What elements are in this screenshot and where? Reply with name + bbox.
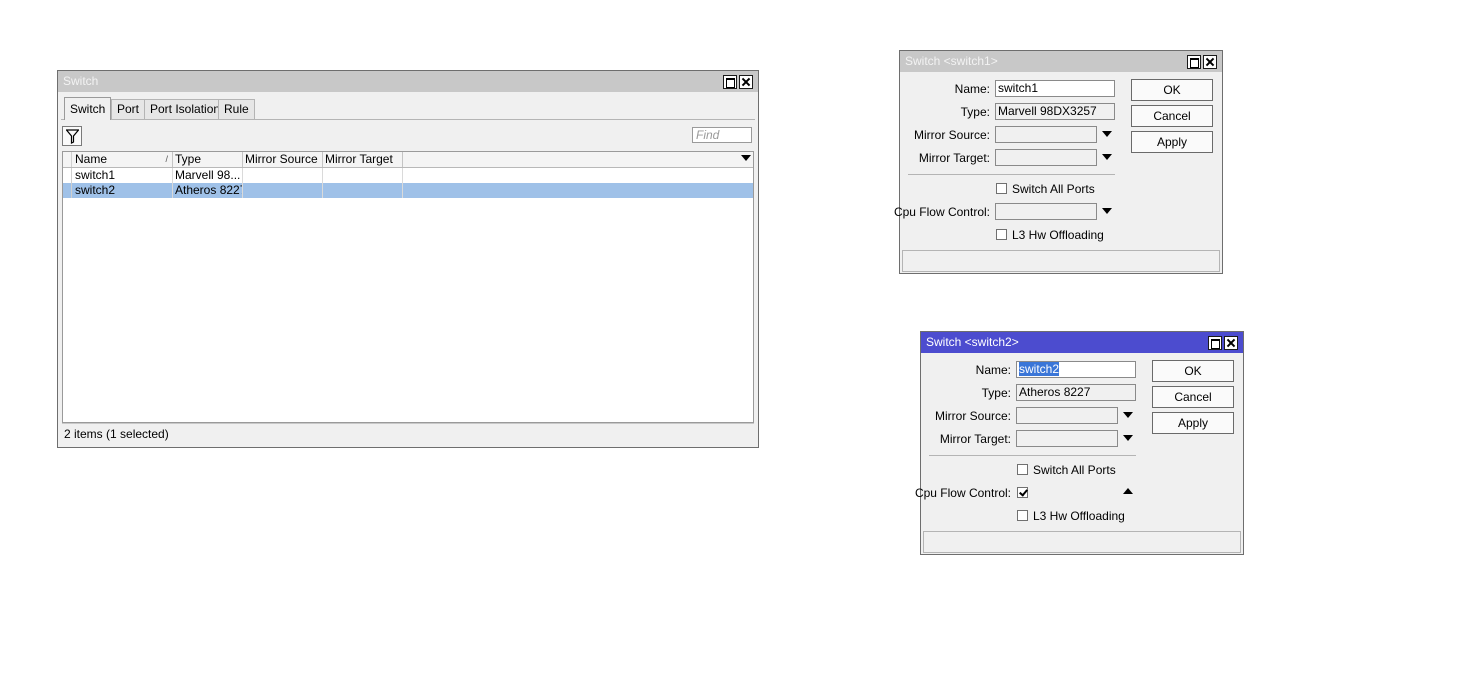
cell-mirror-source: [243, 168, 323, 183]
cell-type: Marvell 98...: [173, 168, 243, 183]
cancel-button[interactable]: Cancel: [1131, 105, 1213, 127]
table-row[interactable]: switch2 Atheros 8227: [63, 183, 753, 198]
switch-all-ports-checkbox[interactable]: [1017, 464, 1028, 475]
type-label: Type:: [960, 105, 990, 119]
tab-port[interactable]: Port: [111, 99, 146, 119]
mirror-source-select[interactable]: [995, 126, 1097, 143]
cell-mirror-source: [243, 183, 323, 198]
dialog-status-bar: [902, 250, 1220, 272]
switch-all-ports-label: Switch All Ports: [1012, 182, 1095, 196]
maximize-icon[interactable]: [1187, 55, 1201, 69]
sort-icon: /: [165, 154, 168, 164]
name-field-selected-text: switch2: [1019, 362, 1060, 376]
switch1-dialog: Switch <switch1> Name: switch1 Type: Mar…: [894, 50, 1223, 274]
divider: [929, 455, 1136, 456]
find-input[interactable]: Find: [692, 127, 752, 143]
close-icon[interactable]: [1224, 336, 1238, 350]
switch-table: Name / Type Mirror Source Mirror Target …: [62, 151, 754, 423]
chevron-down-icon[interactable]: [1123, 435, 1133, 441]
mirror-target-select[interactable]: [1016, 430, 1118, 447]
cpu-flow-control-checkbox[interactable]: [1017, 487, 1028, 498]
switch2-dialog: Switch <switch2> Name: switch2 Type: Ath…: [915, 331, 1244, 555]
chevron-down-icon[interactable]: [1102, 208, 1112, 214]
chevron-up-icon[interactable]: [1123, 488, 1133, 494]
cell-mirror-target: [323, 168, 403, 183]
name-label: Name:: [954, 82, 990, 96]
close-icon[interactable]: [1203, 55, 1217, 69]
table-row[interactable]: switch1 Marvell 98...: [63, 168, 753, 183]
mirror-target-select[interactable]: [995, 149, 1097, 166]
column-header-type[interactable]: Type: [173, 152, 243, 167]
cpu-flow-control-label: Cpu Flow Control:: [893, 205, 990, 219]
switch2-dialog-titlebar[interactable]: Switch <switch2>: [921, 332, 1243, 353]
name-label: Name:: [975, 363, 1011, 377]
mirror-target-label: Mirror Target:: [939, 432, 1011, 446]
switch1-dialog-title: Switch <switch1>: [905, 54, 998, 68]
chevron-down-icon[interactable]: [1102, 131, 1112, 137]
mirror-target-label: Mirror Target:: [918, 151, 990, 165]
cpu-flow-control-select[interactable]: [995, 203, 1097, 220]
cell-name: switch1: [73, 168, 173, 183]
name-field[interactable]: switch2: [1016, 361, 1136, 378]
chevron-down-icon[interactable]: [1102, 154, 1112, 160]
maximize-icon[interactable]: [1208, 336, 1222, 350]
chevron-down-icon[interactable]: [1123, 412, 1133, 418]
apply-button[interactable]: Apply: [1131, 131, 1213, 153]
l3-hw-offloading-checkbox[interactable]: [1017, 510, 1028, 521]
ok-button[interactable]: OK: [1131, 79, 1213, 101]
type-label: Type:: [981, 386, 1011, 400]
cpu-flow-control-label: Cpu Flow Control:: [914, 486, 1011, 500]
cell-type: Atheros 8227: [175, 183, 243, 198]
l3-hw-offloading-checkbox[interactable]: [996, 229, 1007, 240]
type-field: Marvell 98DX3257: [995, 103, 1115, 120]
dialog-status-bar: [923, 531, 1241, 553]
tab-switch[interactable]: Switch: [64, 97, 112, 120]
cell-mirror-target: [323, 183, 403, 198]
filter-button[interactable]: [62, 126, 82, 146]
divider: [908, 174, 1115, 175]
switch-window-title: Switch: [63, 74, 99, 88]
column-menu-chevron-down-icon[interactable]: [741, 155, 751, 161]
filter-icon: [66, 129, 79, 144]
cancel-button[interactable]: Cancel: [1152, 386, 1234, 408]
cell-name: switch2: [73, 183, 173, 198]
mirror-source-label: Mirror Source:: [934, 409, 1011, 423]
tab-port-isolation[interactable]: Port Isolation: [144, 99, 227, 119]
row-gutter: [63, 168, 72, 183]
switch-all-ports-label: Switch All Ports: [1033, 463, 1116, 477]
l3-hw-offloading-label: L3 Hw Offloading: [1033, 509, 1125, 523]
column-header-name[interactable]: Name /: [73, 152, 173, 167]
close-icon[interactable]: [739, 75, 753, 89]
status-bar: 2 items (1 selected): [62, 423, 754, 443]
switch-list-window: Switch Switch Port Port Isolation Rule F…: [57, 70, 759, 448]
table-header: Name / Type Mirror Source Mirror Target: [63, 152, 753, 168]
table-gutter: [63, 152, 72, 167]
switch1-dialog-titlebar[interactable]: Switch <switch1>: [900, 51, 1222, 72]
type-field: Atheros 8227: [1016, 384, 1136, 401]
column-header-mirror-source[interactable]: Mirror Source: [243, 152, 323, 167]
row-gutter: [63, 183, 72, 198]
ok-button[interactable]: OK: [1152, 360, 1234, 382]
switch2-dialog-title: Switch <switch2>: [926, 335, 1019, 349]
mirror-source-select[interactable]: [1016, 407, 1118, 424]
apply-button[interactable]: Apply: [1152, 412, 1234, 434]
l3-hw-offloading-label: L3 Hw Offloading: [1012, 228, 1104, 242]
switch-window-titlebar[interactable]: Switch: [58, 71, 758, 92]
tab-rule[interactable]: Rule: [218, 99, 255, 119]
name-field[interactable]: switch1: [995, 80, 1115, 97]
switch-all-ports-checkbox[interactable]: [996, 183, 1007, 194]
mirror-source-label: Mirror Source:: [913, 128, 990, 142]
column-header-mirror-target[interactable]: Mirror Target: [323, 152, 403, 167]
maximize-icon[interactable]: [723, 75, 737, 89]
